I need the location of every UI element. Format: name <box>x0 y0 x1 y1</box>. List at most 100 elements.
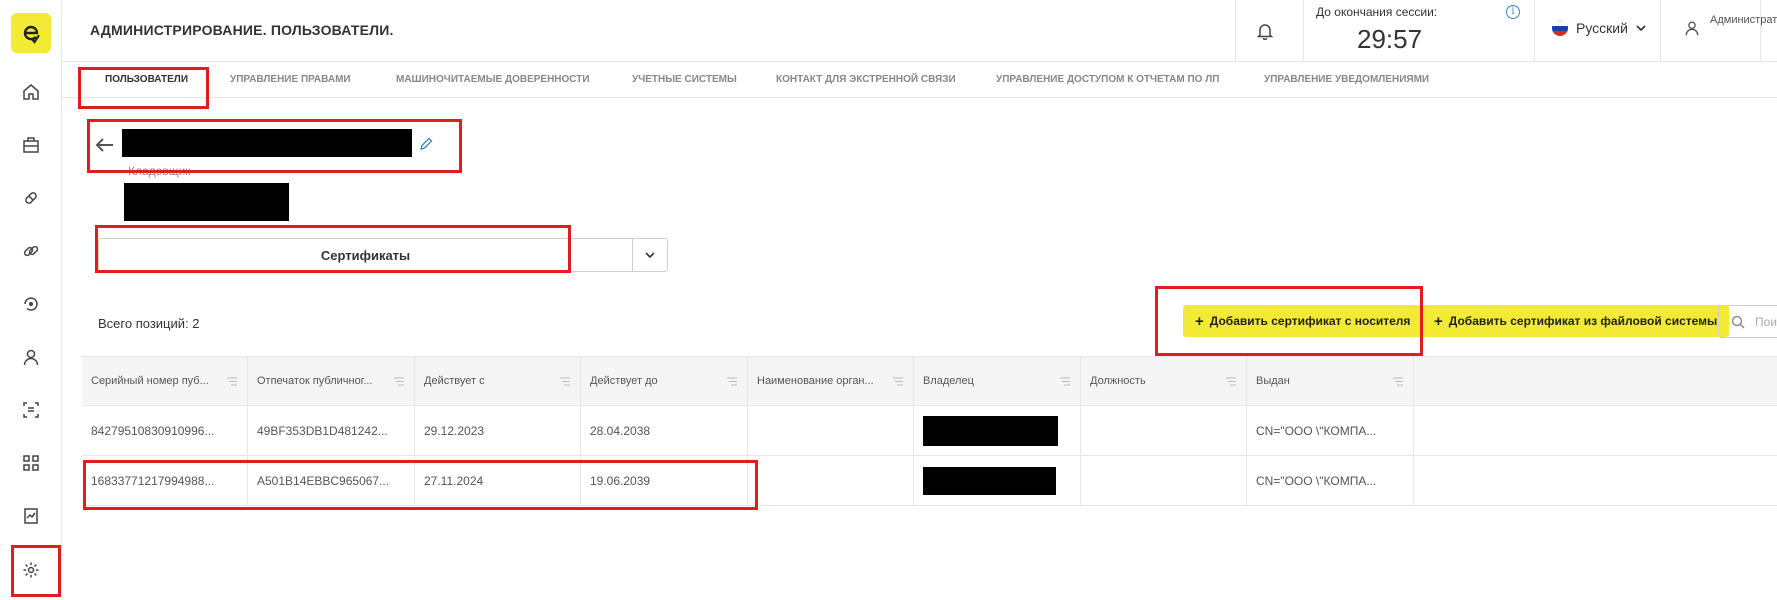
table-row[interactable]: 16833771217994988... A501B14EBBC965067..… <box>82 456 1777 506</box>
page-title: АДМИНИСТРИРОВАНИЕ. ПОЛЬЗОВАТЕЛИ. <box>90 22 394 38</box>
sidebar-item-pills[interactable] <box>16 183 46 213</box>
sort-icon <box>560 377 570 386</box>
app-logo[interactable] <box>11 13 51 53</box>
plus-icon: + <box>1195 312 1204 330</box>
sidebar-item-home[interactable] <box>16 77 46 107</box>
sort-icon <box>394 377 404 386</box>
session-timer-value: 29:57 <box>1357 24 1423 54</box>
cell-position <box>1081 406 1247 455</box>
table-header: Серийный номер пуб... Отпечаток публично… <box>82 356 1777 406</box>
tab-report-access[interactable]: УПРАВЛЕНИЕ ДОСТУПОМ К ОТЧЕТАМ ПО ЛП <box>996 74 1219 85</box>
column-header-issuer[interactable]: Выдан <box>1247 357 1414 405</box>
session-timer-label: До окончания сессии: <box>1316 5 1438 19</box>
section-dropdown[interactable]: Сертификаты <box>98 238 668 272</box>
column-header-valid-from[interactable]: Действует с <box>415 357 581 405</box>
russia-flag-icon <box>1552 20 1568 36</box>
document-scan-icon <box>23 402 39 418</box>
refresh-eye-icon <box>24 297 38 311</box>
cell-valid-to: 19.06.2039 <box>581 456 748 505</box>
column-header-label: Выдан <box>1256 375 1290 387</box>
user-role: Кладовщик <box>128 164 191 178</box>
section-dropdown-value: Сертификаты <box>99 239 633 271</box>
column-header-organization[interactable]: Наименование орган... <box>748 357 914 405</box>
header-divider <box>1534 0 1535 62</box>
search-input[interactable]: Пои <box>1718 305 1777 338</box>
header-divider <box>1660 0 1661 62</box>
column-header-label: Действует с <box>424 375 485 387</box>
redacted-user-name <box>122 129 412 157</box>
sort-icon <box>1393 377 1403 386</box>
add-certificate-from-media-label: Добавить сертификат с носителя <box>1209 314 1411 328</box>
header-divider <box>1235 0 1236 62</box>
table-row[interactable]: 84279510830910996... 49BF353DB1D481242..… <box>82 406 1777 456</box>
tab-notifications[interactable]: УПРАВЛЕНИЕ УВЕДОМЛЕНИЯМИ <box>1264 74 1429 85</box>
sidebar-item-codes[interactable] <box>16 448 46 478</box>
sidebar-item-link[interactable] <box>16 236 46 266</box>
section-dropdown-toggle[interactable] <box>633 239 667 271</box>
column-header-owner[interactable]: Владелец <box>914 357 1081 405</box>
cell-thumbprint: A501B14EBBC965067... <box>248 456 415 505</box>
tab-rights[interactable]: УПРАВЛЕНИЕ ПРАВАМИ <box>230 74 351 85</box>
redacted-owner <box>923 466 1056 495</box>
chevron-down-icon <box>645 252 655 259</box>
cell-valid-from: 29.12.2023 <box>415 406 581 455</box>
cell-organization <box>748 406 914 455</box>
certificates-table: Серийный номер пуб... Отпечаток публично… <box>82 356 1777 506</box>
sort-icon <box>1226 377 1236 386</box>
bell-icon <box>1256 24 1274 40</box>
add-certificate-from-media-button[interactable]: + Добавить сертификат с носителя <box>1183 305 1423 337</box>
notifications-button[interactable] <box>1252 18 1278 44</box>
sidebar-item-briefcase[interactable] <box>16 130 46 160</box>
column-header-label: Наименование орган... <box>757 375 874 387</box>
column-header-label: Действует до <box>590 375 658 387</box>
arrow-left-icon <box>95 138 113 152</box>
column-header-serial[interactable]: Серийный номер пуб... <box>82 357 248 405</box>
cell-valid-to: 28.04.2038 <box>581 406 748 455</box>
sort-icon <box>727 377 737 386</box>
link-icon <box>23 245 39 257</box>
add-certificate-from-file-button[interactable]: + Добавить сертификат из файловой систем… <box>1422 305 1730 337</box>
user-name: Администратор <box>1710 14 1777 26</box>
column-header-label: Отпечаток публичног... <box>257 375 373 387</box>
redacted-user-detail <box>124 183 289 221</box>
tab-bar: ПОЛЬЗОВАТЕЛИ УПРАВЛЕНИЕ ПРАВАМИ МАШИНОЧИ… <box>62 62 1777 98</box>
cell-owner <box>914 406 1081 455</box>
edit-button[interactable] <box>418 136 434 152</box>
sidebar-item-documents[interactable] <box>16 395 46 425</box>
cell-serial: 84279510830910996... <box>82 406 248 455</box>
user-menu[interactable]: Администратор <box>1684 14 1777 36</box>
sidebar-item-tracking[interactable] <box>16 289 46 319</box>
sidebar-item-reports[interactable] <box>16 501 46 531</box>
search-placeholder: Пои <box>1755 314 1777 329</box>
sort-icon <box>893 377 903 386</box>
tab-mchd[interactable]: МАШИНОЧИТАЕМЫЕ ДОВЕРЕННОСТИ <box>396 74 590 85</box>
language-label: Русский <box>1576 20 1628 36</box>
column-header-position[interactable]: Должность <box>1081 357 1247 405</box>
total-count: Всего позиций: 2 <box>98 316 200 331</box>
chevron-down-icon <box>1636 25 1646 32</box>
sort-icon <box>227 377 237 386</box>
search-icon <box>1731 315 1745 328</box>
column-header-thumbprint[interactable]: Отпечаток публичног... <box>248 357 415 405</box>
tab-systems[interactable]: УЧЕТНЫЕ СИСТЕМЫ <box>632 74 737 85</box>
sidebar-item-settings[interactable] <box>16 555 46 585</box>
tab-users[interactable]: ПОЛЬЗОВАТЕЛИ <box>105 74 188 85</box>
sidebar <box>0 0 62 600</box>
header-divider <box>1303 0 1304 62</box>
gear-icon <box>23 562 39 578</box>
language-selector[interactable]: Русский <box>1552 20 1646 36</box>
column-header-valid-to[interactable]: Действует до <box>581 357 748 405</box>
home-icon <box>23 84 39 100</box>
column-header-label: Владелец <box>923 375 974 387</box>
pill-icon <box>25 192 37 204</box>
tab-emergency-contact[interactable]: КОНТАКТ ДЛЯ ЭКСТРЕННОЙ СВЯЗИ <box>776 74 956 85</box>
back-button[interactable] <box>95 136 115 159</box>
plus-icon: + <box>1434 312 1443 330</box>
header-divider <box>1760 0 1761 62</box>
sidebar-item-profile[interactable] <box>16 342 46 372</box>
column-header-label: Должность <box>1090 375 1146 387</box>
cell-serial: 16833771217994988... <box>82 456 248 505</box>
cell-valid-from: 27.11.2024 <box>415 456 581 505</box>
person-icon <box>23 349 39 366</box>
info-icon[interactable]: i <box>1506 5 1520 19</box>
